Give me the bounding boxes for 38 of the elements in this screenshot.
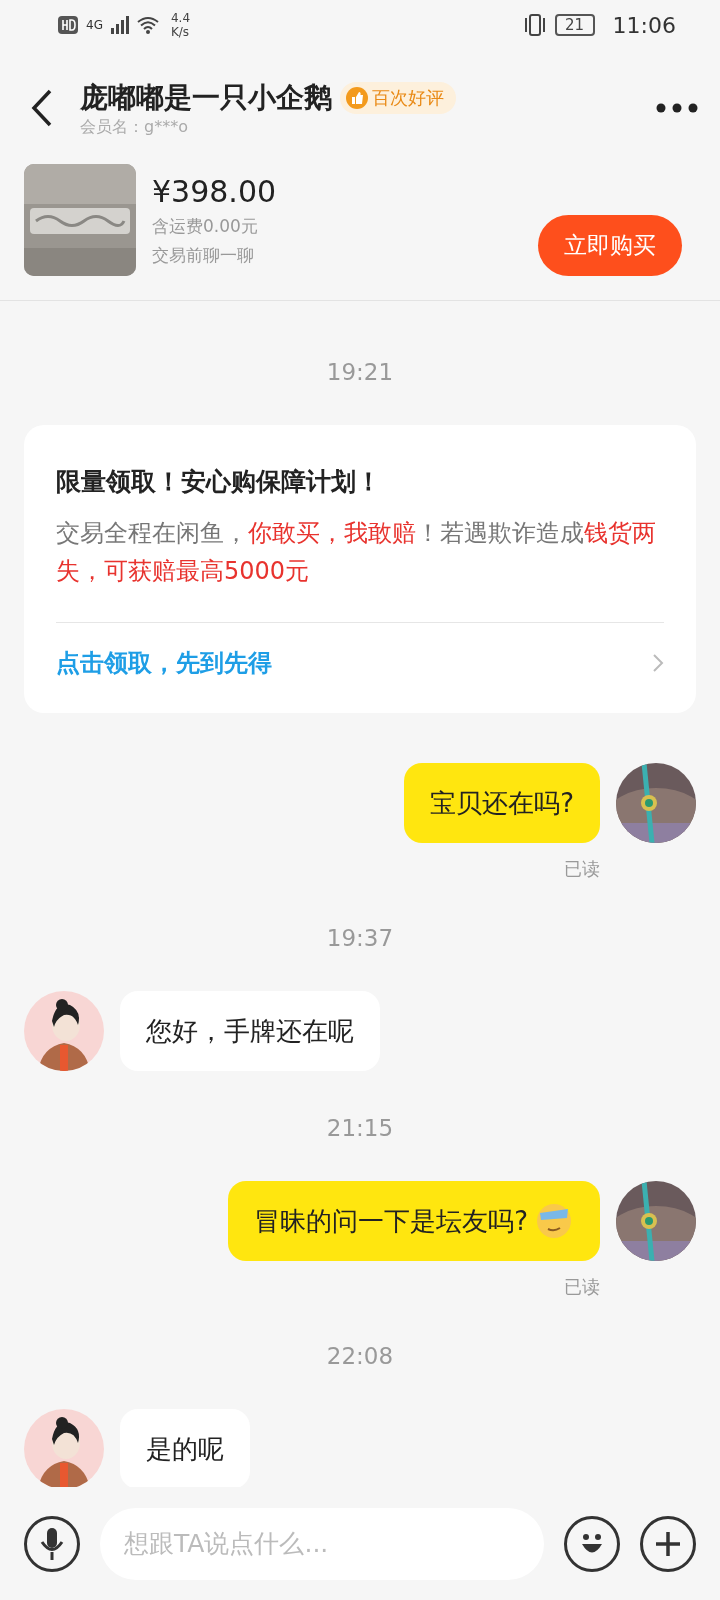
timestamp: 21:15 xyxy=(326,1115,394,1141)
card-text: 交易全程在闲鱼，你敢买，我敢赔！若遇欺诈造成钱货两失，可获赔最高5000元 xyxy=(56,518,657,587)
battery-icon: 21 xyxy=(554,14,595,36)
message-input[interactable]: 想跟TA说点什么... xyxy=(100,1507,544,1580)
read-receipt: 已读 xyxy=(564,857,600,881)
message-bubble: 您好，手牌还在呢 xyxy=(120,991,380,1071)
thumbs-up-icon xyxy=(346,86,368,109)
card-title: 限量领取！安心购保障计划！ xyxy=(56,466,382,498)
timestamp: 22:08 xyxy=(326,1343,394,1369)
back-icon[interactable] xyxy=(30,89,54,127)
rating-badge: 百次好评 xyxy=(340,81,456,114)
wifi-icon xyxy=(136,16,159,34)
speed-unit: K/s xyxy=(170,25,191,39)
timestamp: 19:21 xyxy=(326,359,394,385)
network-label: 4G xyxy=(86,18,103,32)
clock: 11:06 xyxy=(612,12,676,38)
more-icon[interactable] xyxy=(656,103,698,113)
message-bubble: 冒昧的问一下是坛友吗? xyxy=(228,1181,600,1261)
shipping-note: 含运费0.00元 xyxy=(152,214,259,238)
signal-icon xyxy=(110,16,129,34)
vibrate-icon xyxy=(522,14,547,36)
speed-value: 4.4 xyxy=(170,11,191,25)
message-bubble: 是的呢 xyxy=(120,1409,250,1487)
buy-now-button[interactable]: 立即购买 xyxy=(538,214,682,276)
message-bubble: 宝贝还在吗? xyxy=(404,763,600,843)
voice-button[interactable] xyxy=(24,1515,80,1572)
emoji-button[interactable] xyxy=(564,1515,620,1572)
hd-icon xyxy=(58,16,78,34)
claim-link[interactable]: 点击领取，先到先得 xyxy=(56,647,272,679)
chat-title: 庞嘟嘟是一只小企鹅 xyxy=(80,79,332,116)
plus-icon[interactable] xyxy=(654,1529,682,1558)
add-button[interactable] xyxy=(640,1515,696,1572)
microphone-icon[interactable] xyxy=(39,1526,65,1561)
chat-note: 交易前聊一聊 xyxy=(152,243,255,267)
timestamp: 19:37 xyxy=(326,925,394,951)
member-name: 会员名：g***o xyxy=(80,116,189,138)
price: ¥398.00 xyxy=(152,173,278,209)
read-receipt: 已读 xyxy=(564,1275,600,1299)
